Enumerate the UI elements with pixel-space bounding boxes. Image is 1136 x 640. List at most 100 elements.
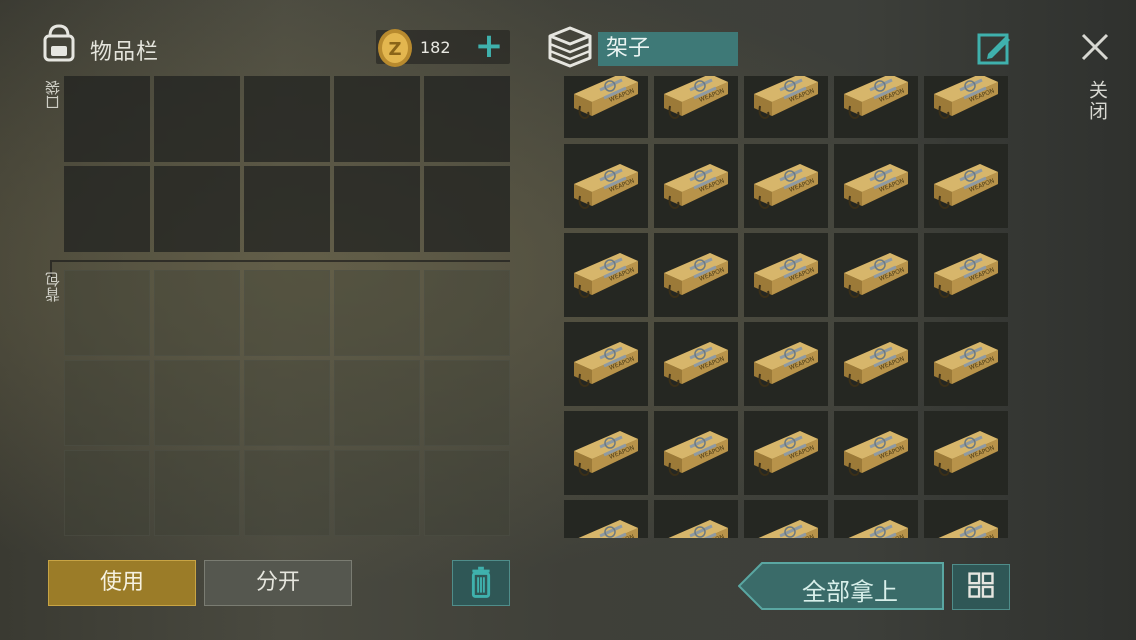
svg-text:Z: Z [388,39,401,60]
split-button[interactable]: 分开 [204,560,352,606]
backpack-slot[interactable] [334,360,420,446]
backpack-slot[interactable] [244,270,330,356]
storage-slot[interactable]: WEAPON [654,322,738,406]
backpack-slot[interactable] [64,270,150,356]
storage-slot[interactable]: WEAPON [654,144,738,228]
section-divider [50,260,510,262]
weapon-crate-icon: WEAPON [574,342,638,388]
storage-slot[interactable]: WEAPON [834,76,918,138]
storage-slot[interactable]: WEAPON [924,144,1008,228]
storage-slot[interactable]: WEAPON [924,411,1008,495]
storage-slot[interactable]: WEAPON [564,144,648,228]
storage-slot[interactable]: WEAPON [564,411,648,495]
storage-slot[interactable]: WEAPON [924,233,1008,317]
weapon-crate-icon: WEAPON [754,76,818,120]
storage-slot[interactable]: WEAPON [744,322,828,406]
storage-slot[interactable]: WEAPON [564,500,648,538]
backpack-slot[interactable] [244,360,330,446]
take-all-label: 全部拿上 [802,578,898,606]
backpack-slot[interactable] [154,360,240,446]
storage-slot[interactable]: WEAPON [924,76,1008,138]
coin-icon: Z [378,29,412,67]
container-box-icon [548,26,592,68]
pocket-slot[interactable] [244,76,330,162]
storage-slot[interactable]: WEAPON [564,233,648,317]
backpack-slot[interactable] [424,270,510,356]
pocket-slot[interactable] [334,166,420,252]
storage-slot[interactable]: WEAPON [564,76,648,138]
coin-count: 182 [420,38,451,57]
storage-slot[interactable]: WEAPON [834,411,918,495]
trash-button[interactable] [452,560,510,606]
storage-slot[interactable]: WEAPON [564,322,648,406]
backpack-slot[interactable] [424,360,510,446]
weapon-crate-icon: WEAPON [664,431,728,477]
weapon-crate-icon: WEAPON [574,164,638,210]
backpack-slot[interactable] [334,450,420,536]
inventory-title: 物品栏 [90,40,160,65]
weapon-crate-icon: WEAPON [844,431,908,477]
backpack-slot[interactable] [64,450,150,536]
storage-slot[interactable]: WEAPON [654,411,738,495]
backpack-label: 背包 [44,272,62,302]
container-name-field[interactable]: 架子 [598,32,738,66]
add-coins-button[interactable]: + [474,29,504,64]
storage-slot[interactable]: WEAPON [744,144,828,228]
storage-slot[interactable]: WEAPON [654,500,738,538]
pocket-slot[interactable] [334,76,420,162]
weapon-crate-icon: WEAPON [754,253,818,299]
weapon-crate-icon: WEAPON [938,520,998,538]
storage-slot[interactable]: WEAPON [834,500,918,538]
storage-slot[interactable]: WEAPON [744,411,828,495]
weapon-crate-icon: WEAPON [664,342,728,388]
weapon-crate-icon: WEAPON [574,431,638,477]
storage-slot[interactable]: WEAPON [834,322,918,406]
weapon-crate-icon: WEAPON [934,253,998,299]
weapon-crate-icon: WEAPON [754,164,818,210]
pocket-slot[interactable] [154,166,240,252]
trash-icon [471,566,491,598]
close-icon[interactable] [1078,30,1112,64]
storage-slot[interactable]: WEAPON [924,500,1008,538]
backpack-slot[interactable] [154,450,240,536]
weapon-crate-icon: WEAPON [754,431,818,477]
weapon-crate-icon: WEAPON [758,520,818,538]
pocket-slot[interactable] [64,76,150,162]
backpack-slot[interactable] [154,270,240,356]
weapon-crate-icon: WEAPON [574,253,638,299]
backpack-slot[interactable] [424,450,510,536]
storage-slot[interactable]: WEAPON [744,500,828,538]
backpack-slot[interactable] [244,450,330,536]
weapon-crate-icon: WEAPON [664,76,728,120]
weapon-crate-icon: WEAPON [844,342,908,388]
storage-slot[interactable]: WEAPON [924,322,1008,406]
storage-slot[interactable]: WEAPON [654,233,738,317]
weapon-crate-icon: WEAPON [578,520,638,538]
storage-slot[interactable]: WEAPON [744,233,828,317]
storage-slot[interactable]: WEAPON [834,144,918,228]
pocket-slot[interactable] [424,166,510,252]
close-label[interactable]: 关闭 [1084,80,1111,122]
weapon-crate-icon: WEAPON [934,164,998,210]
sort-button[interactable] [952,564,1010,610]
weapon-crate-icon: WEAPON [754,342,818,388]
pocket-label: 口袋 [44,80,62,110]
backpack-slot[interactable] [64,360,150,446]
weapon-crate-icon: WEAPON [844,253,908,299]
weapon-crate-icon: WEAPON [934,342,998,388]
edit-name-button[interactable] [976,30,1012,66]
storage-slot[interactable]: WEAPON [744,76,828,138]
weapon-crate-icon: WEAPON [664,253,728,299]
weapon-crate-icon: WEAPON [934,431,998,477]
pocket-slot[interactable] [244,166,330,252]
backpack-slot[interactable] [334,270,420,356]
storage-slot[interactable]: WEAPON [834,233,918,317]
pocket-slot[interactable] [154,76,240,162]
use-button[interactable]: 使用 [48,560,196,606]
weapon-crate-icon: WEAPON [848,520,908,538]
weapon-crate-icon: WEAPON [668,520,728,538]
pocket-slot[interactable] [424,76,510,162]
pocket-slot[interactable] [64,166,150,252]
storage-slot[interactable]: WEAPON [654,76,738,138]
weapon-crate-icon: WEAPON [574,76,638,120]
